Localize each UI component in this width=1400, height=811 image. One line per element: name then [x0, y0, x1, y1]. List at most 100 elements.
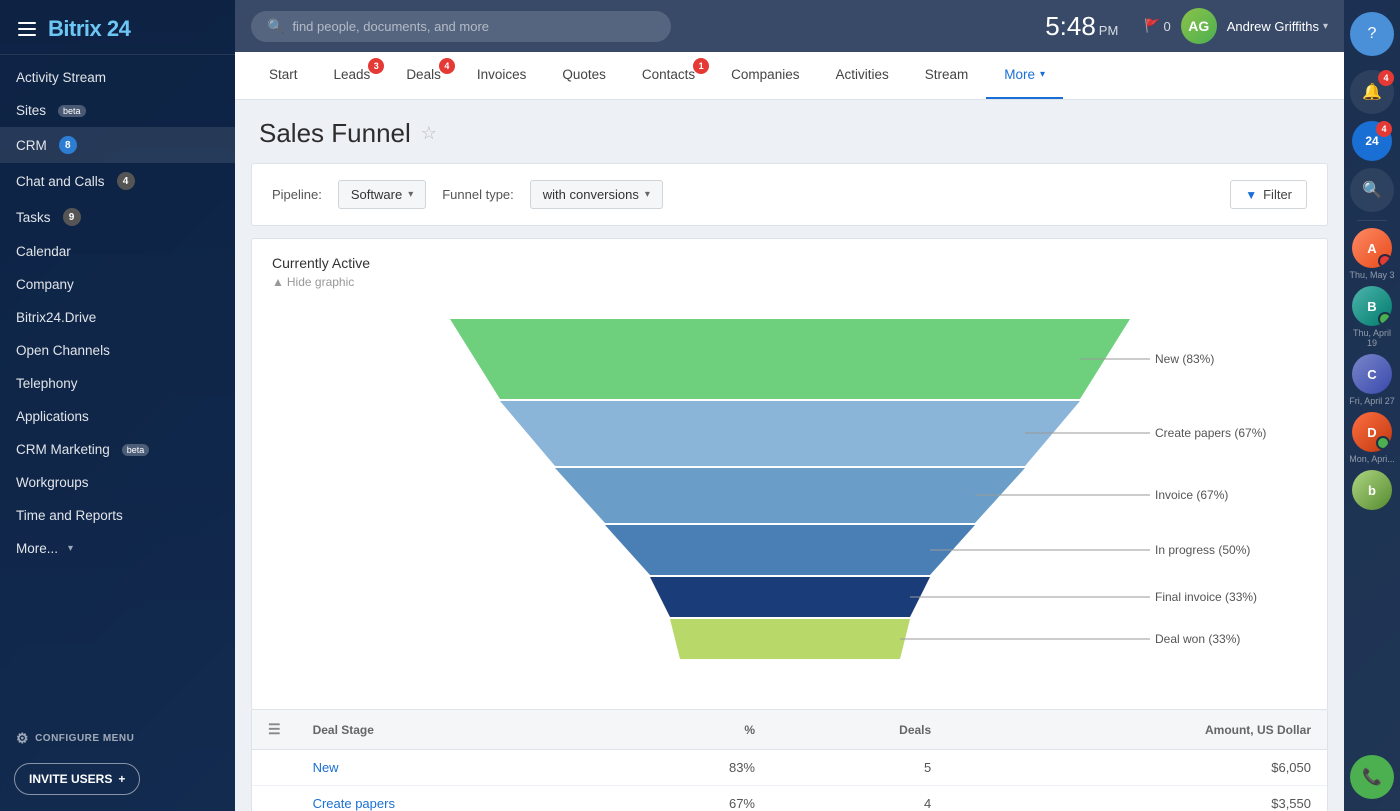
sidebar-item-tasks[interactable]: Tasks 9 [0, 199, 235, 235]
tab-leads[interactable]: Leads 3 [316, 52, 389, 99]
phone-button[interactable]: 📞 [1350, 755, 1394, 799]
avatar-1: A [1352, 228, 1392, 268]
sidebar-item-activity-stream[interactable]: Activity Stream [0, 61, 235, 94]
sidebar-item-company[interactable]: Company [0, 268, 235, 301]
right-sidebar: ? 🔔 4 24 4 🔍 A Thu, May 3 B Thu, April 1… [1344, 0, 1400, 811]
sidebar-item-more[interactable]: More... ▾ [0, 532, 235, 565]
label-create-papers: Create papers (67%) [1155, 426, 1266, 440]
rs-avatar-item-2[interactable]: B Thu, April 19 [1347, 286, 1397, 348]
gear-icon: ⚙ [16, 730, 29, 747]
rs-avatar-item-5[interactable]: b [1352, 470, 1392, 510]
tab-activities[interactable]: Activities [817, 52, 906, 99]
sidebar-item-bitrix24-drive[interactable]: Bitrix24.Drive [0, 301, 235, 334]
search-icon: 🔍 [267, 18, 284, 35]
funnel-type-dropdown[interactable]: with conversions ▾ [530, 180, 663, 209]
tabs-bar: Start Leads 3 Deals 4 Invoices Quotes Co… [235, 52, 1344, 100]
avatar-3: C [1352, 354, 1392, 394]
page-content: Sales Funnel ☆ Pipeline: Software ▾ Funn… [235, 100, 1344, 811]
bitrix24-activity-button[interactable]: 24 4 [1352, 121, 1392, 161]
tab-stream[interactable]: Stream [907, 52, 987, 99]
rs-avatar-item-4[interactable]: D Mon, Apri... [1349, 412, 1395, 464]
avatar-badge-1 [1378, 254, 1392, 268]
pipeline-label: Pipeline: [272, 187, 322, 202]
sidebar-item-crm-marketing[interactable]: CRM Marketing beta [0, 433, 235, 466]
contacts-tab-badge: 1 [693, 58, 709, 74]
tab-quotes[interactable]: Quotes [544, 52, 624, 99]
number-badge: 4 [1376, 121, 1392, 137]
sidebar-item-time-reports[interactable]: Time and Reports [0, 499, 235, 532]
funnel-type-label: Funnel type: [442, 187, 514, 202]
pipeline-dropdown[interactable]: Software ▾ [338, 180, 426, 209]
user-name-label[interactable]: Andrew Griffiths ▾ [1227, 19, 1328, 34]
hide-graphic-button[interactable]: ▲ Hide graphic [272, 275, 1307, 289]
app-logo: Bitrix 24 [48, 16, 130, 42]
table-header-pct[interactable]: % [611, 710, 771, 750]
funnel-segment-create-papers [500, 401, 1080, 466]
main-area: 🔍 5:48 PM 🚩 0 AG Andrew Griffiths ▾ Star… [235, 0, 1344, 811]
help-button[interactable]: ? [1350, 12, 1394, 56]
sidebar-item-calendar[interactable]: Calendar [0, 235, 235, 268]
sidebar-item-label: Sites [16, 103, 46, 118]
more-arrow-icon: ▾ [68, 543, 73, 554]
hide-graphic-label: Hide graphic [287, 275, 354, 289]
tab-deals[interactable]: Deals 4 [388, 52, 459, 99]
tasks-badge: 9 [63, 208, 81, 226]
rs-avatar-item-1[interactable]: A Thu, May 3 [1349, 228, 1394, 280]
funnel-segment-deal-won [670, 619, 910, 659]
more-tab-chevron-icon: ▾ [1040, 69, 1045, 80]
user-avatar[interactable]: AG [1181, 8, 1217, 44]
table-cell-amount-create-papers: $3,550 [947, 786, 1327, 811]
hide-caret-icon: ▲ [272, 275, 284, 289]
right-sidebar-divider [1357, 220, 1387, 221]
configure-menu[interactable]: ⚙ CONFIGURE MENU [0, 716, 235, 757]
table-row: New 83% 5 $6,050 [252, 750, 1327, 786]
table-cell-deals-new: 5 [771, 750, 947, 786]
table-header-stage[interactable]: Deal Stage [297, 710, 612, 750]
sidebar-item-sites[interactable]: Sites beta [0, 94, 235, 127]
table-col-sort-icon[interactable]: ☰ [252, 710, 297, 750]
tab-start[interactable]: Start [251, 52, 316, 99]
favorite-star-icon[interactable]: ☆ [421, 123, 437, 144]
sidebar-item-applications[interactable]: Applications [0, 400, 235, 433]
sidebar-item-label: Time and Reports [16, 508, 123, 523]
filter-button[interactable]: ▼ Filter [1230, 180, 1307, 209]
funnel-type-dropdown-arrow-icon: ▾ [645, 189, 650, 200]
avatar-5: b [1352, 470, 1392, 510]
table-header-deals[interactable]: Deals [771, 710, 947, 750]
invite-plus-icon: + [118, 772, 125, 786]
table-header-amount[interactable]: Amount, US Dollar [947, 710, 1327, 750]
table-cell-row-icon [252, 786, 297, 811]
table-section: ☰ Deal Stage % Deals Amount, US Dollar [251, 710, 1328, 811]
rs-avatar-item-3[interactable]: C Fri, April 27 [1349, 354, 1395, 406]
sidebar-header: Bitrix 24 [0, 0, 235, 55]
page-header: Sales Funnel ☆ [235, 100, 1344, 163]
invite-users-button[interactable]: INVITE USERS + [14, 763, 140, 795]
notifications-button[interactable]: 🔔 4 [1350, 70, 1394, 114]
beta-badge-crm-marketing: beta [122, 444, 150, 456]
sidebar-item-crm[interactable]: CRM 8 [0, 127, 235, 163]
question-mark-icon: ? [1368, 25, 1377, 43]
search-input[interactable] [292, 19, 652, 34]
sidebar-item-label: Telephony [16, 376, 78, 391]
table-cell-stage-new[interactable]: New [297, 750, 612, 786]
avatar-initials: AG [1181, 8, 1217, 44]
sidebar-item-workgroups[interactable]: Workgroups [0, 466, 235, 499]
sidebar-item-telephony[interactable]: Telephony [0, 367, 235, 400]
tab-contacts[interactable]: Contacts 1 [624, 52, 713, 99]
tab-companies[interactable]: Companies [713, 52, 817, 99]
sidebar-item-label: Activity Stream [16, 70, 106, 85]
table-cell-stage-create-papers[interactable]: Create papers [297, 786, 612, 811]
avatar-date-2: Thu, April 19 [1347, 328, 1397, 348]
hamburger-menu[interactable] [14, 18, 40, 40]
search-bar-wrapper[interactable]: 🔍 [251, 11, 671, 42]
tab-more[interactable]: More ▾ [986, 52, 1063, 99]
sidebar-item-open-channels[interactable]: Open Channels [0, 334, 235, 367]
clock-time: 5:48 [1045, 11, 1096, 42]
phone-icon: 📞 [1362, 767, 1382, 787]
page-title: Sales Funnel [259, 118, 411, 149]
search-button[interactable]: 🔍 [1350, 168, 1394, 212]
tab-invoices[interactable]: Invoices [459, 52, 545, 99]
funnel-segment-new [450, 319, 1130, 399]
sidebar-item-label: Company [16, 277, 74, 292]
sidebar-item-chat-calls[interactable]: Chat and Calls 4 [0, 163, 235, 199]
